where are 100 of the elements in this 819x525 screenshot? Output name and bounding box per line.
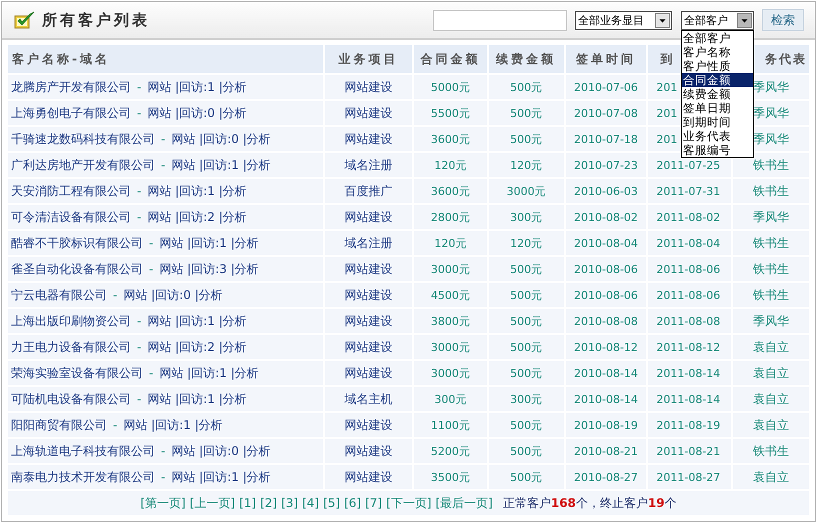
table-cell: 2010-08-12 (566, 335, 646, 359)
table-cell: 袁自立 (733, 387, 809, 411)
checkbox-icon (14, 11, 36, 29)
separator: - (137, 210, 142, 224)
table-cell: 网站建设 (325, 465, 412, 489)
customer-link[interactable]: 千骑速龙数码科技有限公司 (11, 132, 155, 146)
table-cell: 袁自立 (733, 465, 809, 489)
table-cell: 2010-08-06 (566, 283, 646, 307)
page-link[interactable]: [2] (260, 496, 278, 510)
table-cell: 网站建设 (325, 309, 412, 333)
table-cell: 域名注册 (325, 153, 412, 177)
dropdown-option[interactable]: 续费金额 (682, 86, 753, 100)
customer-link[interactable]: 阳阳商贸有限公司 (11, 418, 107, 432)
action-links[interactable]: 网站 |回访:1 |分析 (159, 236, 259, 250)
action-links[interactable]: 网站 |回访:0 |分析 (171, 132, 271, 146)
customer-link[interactable]: 上海轨道电子科技有限公司 (11, 444, 155, 458)
search-field[interactable] (433, 10, 567, 30)
table-cell: 3000元 (488, 179, 564, 203)
table-cell: 2010-08-08 (566, 309, 646, 333)
customer-link[interactable]: 广利达房地产开发有限公司 (11, 158, 155, 172)
page-title: 所有客户列表 (42, 10, 151, 30)
customer-link[interactable]: 可令清洁设备有限公司 (11, 210, 131, 224)
page-link[interactable]: [最后一页] (435, 494, 493, 512)
table-cell: 域名主机 (325, 387, 412, 411)
action-links[interactable]: 网站 |回访:1 |分析 (147, 314, 247, 328)
action-links[interactable]: 网站 |回访:1 |分析 (147, 184, 247, 198)
page-link[interactable]: [下一页] (386, 494, 432, 512)
table-cell: 铁书生 (733, 153, 809, 177)
table-cell: 500元 (488, 361, 564, 385)
action-links[interactable]: 网站 |回访:3 |分析 (159, 262, 259, 276)
table-cell: 2010-08-14 (566, 361, 646, 385)
separator: - (161, 470, 166, 484)
customer-link[interactable]: 龙腾房产开发有限公司 (11, 80, 131, 94)
caret-icon (737, 12, 752, 28)
action-links[interactable]: 网站 |回访:1 |分析 (147, 80, 247, 94)
table-cell: 袁自立 (733, 413, 809, 437)
customer-link[interactable]: 荣海实验室设备有限公司 (11, 366, 143, 380)
action-links[interactable]: 网站 |回访:0 |分析 (123, 288, 223, 302)
action-links[interactable]: 网站 |回访:2 |分析 (147, 210, 247, 224)
customer-link[interactable]: 上海勇创电子有限公司 (11, 106, 131, 120)
action-links[interactable]: 网站 |回访:0 |分析 (147, 106, 247, 120)
table-cell: 2011-08-14 (648, 387, 732, 411)
table-cell: 网站建设 (325, 127, 412, 151)
customer-link[interactable]: 上海出版印刷物资公司 (11, 314, 131, 328)
table-cell: 5200元 (414, 439, 487, 463)
table-cell: 3500元 (414, 465, 487, 489)
column-header: 客户名称-域名 (8, 45, 324, 73)
table-cell: 2010-08-14 (566, 387, 646, 411)
action-links[interactable]: 网站 |回访:2 |分析 (147, 340, 247, 354)
page-link[interactable]: [第一页] (140, 494, 186, 512)
table-cell: 2011-08-06 (648, 257, 732, 281)
separator: - (137, 80, 142, 94)
table-cell: 5000元 (414, 75, 487, 99)
customer-link[interactable]: 雀圣自动化设备有限公司 (11, 262, 143, 276)
column-header: 合同金额 (414, 45, 487, 73)
action-links[interactable]: 网站 |回访:1 |分析 (147, 392, 247, 406)
action-links[interactable]: 网站 |回访:1 |分析 (123, 418, 223, 432)
customer-link[interactable]: 可陆机电设备有限公司 (11, 392, 131, 406)
table-cell: 500元 (488, 75, 564, 99)
customer-link[interactable]: 南泰电力技术开发有限公司 (11, 470, 155, 484)
page-link[interactable]: [4] (302, 496, 320, 510)
table-cell: 网站建设 (325, 205, 412, 229)
page-link[interactable]: [6] (344, 496, 362, 510)
action-links[interactable]: 网站 |回访:0 |分析 (171, 444, 271, 458)
separator: - (137, 184, 142, 198)
table-cell: 500元 (488, 413, 564, 437)
table-cell: 500元 (488, 127, 564, 151)
action-links[interactable]: 网站 |回访:1 |分析 (171, 470, 271, 484)
table-cell: 网站建设 (325, 257, 412, 281)
page-link[interactable]: [1] (239, 496, 256, 510)
page-link[interactable]: [上一页] (190, 494, 236, 512)
customer-link[interactable]: 酷睿不干胶标识有限公司 (11, 236, 143, 250)
table-cell: 季风华 (733, 205, 809, 229)
separator: - (149, 366, 154, 380)
dropdown-option[interactable]: 合同金额 (682, 72, 753, 86)
customer-link[interactable]: 力王电力设备有限公司 (11, 340, 131, 354)
table-cell: 2011-08-08 (648, 309, 732, 333)
table-cell: 120元 (488, 153, 564, 177)
table-cell: 2011-08-04 (648, 231, 732, 255)
table-cell: 网站建设 (325, 75, 412, 99)
table-cell: 网站建设 (325, 361, 412, 385)
page-link[interactable]: [3] (281, 496, 298, 510)
action-links[interactable]: 网站 |回访:1 |分析 (171, 158, 271, 172)
separator: - (149, 262, 154, 276)
customer-link[interactable]: 天安消防工程有限公司 (11, 184, 131, 198)
table-cell: 120元 (414, 231, 487, 255)
table-cell: 300元 (414, 387, 487, 411)
table-cell: 500元 (488, 439, 564, 463)
action-links[interactable]: 网站 |回访:1 |分析 (159, 366, 259, 380)
table-cell: 铁书生 (733, 283, 809, 307)
table-cell: 网站建设 (325, 335, 412, 359)
page-link[interactable]: [7] (365, 496, 382, 510)
page-link[interactable]: [5] (323, 496, 340, 510)
filter-dropdown[interactable]: 全部客户 (681, 10, 754, 30)
table-cell: 2010-07-06 (566, 75, 646, 99)
table-cell: 季风华 (733, 309, 809, 333)
customer-link[interactable]: 宁云电器有限公司 (11, 288, 107, 302)
filter-dropdown[interactable]: 全部业务显目 (575, 10, 672, 30)
table-cell: 120元 (414, 153, 487, 177)
search-button[interactable]: 检索 (762, 9, 804, 31)
